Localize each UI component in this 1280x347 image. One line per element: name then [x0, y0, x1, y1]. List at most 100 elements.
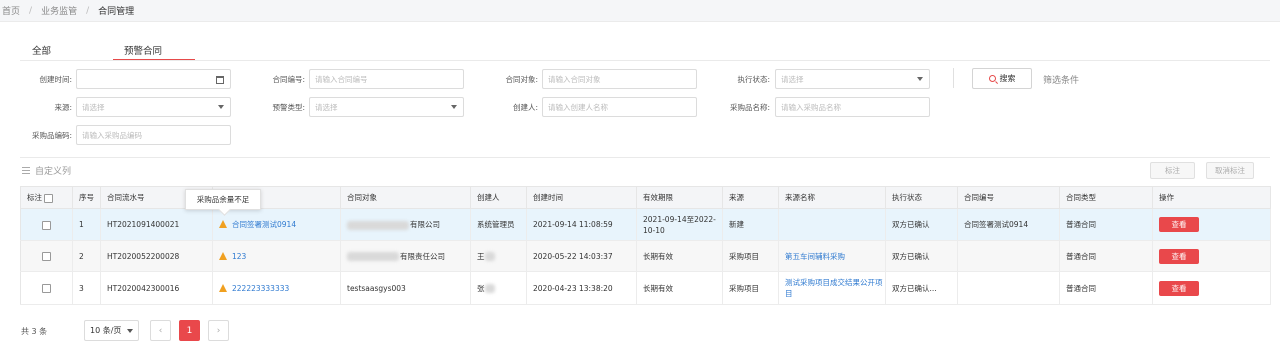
- row-serial: HT2020042300016: [100, 271, 213, 305]
- contract-no-input[interactable]: 请输入合同编号: [309, 69, 464, 89]
- row-source-name-cell: 测试采购项目成交结果公开项目: [778, 271, 886, 305]
- warning-icon[interactable]: [219, 251, 227, 260]
- total-count: 共 3 条: [21, 327, 48, 336]
- row-type: 普通合同: [1059, 271, 1153, 305]
- row-index: 3: [72, 271, 101, 305]
- row-source-name-cell: 第五车间辅料采购: [778, 240, 886, 272]
- item-name-input[interactable]: 请输入采购品名称: [775, 97, 930, 117]
- redacted-block: [484, 252, 495, 261]
- exec-status-label: 执行状态:: [737, 75, 770, 84]
- custom-columns-label: 自定义列: [35, 167, 72, 177]
- warning-tooltip: 采购品余量不足: [185, 189, 261, 210]
- row-index: 2: [72, 240, 101, 272]
- table-row: 1 HT2021091400021 合同签署测试0914 有限公司 系统管理员 …: [20, 208, 1271, 241]
- tab-all[interactable]: 全部: [32, 43, 51, 57]
- unmark-button[interactable]: 取消标注: [1206, 162, 1254, 179]
- row-status: 双方已确认...: [885, 271, 958, 305]
- calendar-icon: [216, 76, 224, 84]
- search-button[interactable]: 搜索: [972, 68, 1032, 89]
- mark-button[interactable]: 标注: [1150, 162, 1195, 179]
- row-source: 采购项目: [722, 240, 779, 272]
- created-time-picker[interactable]: [76, 69, 231, 89]
- row-name-cell: 合同签署测试0914: [212, 208, 341, 241]
- tab-warning-contracts[interactable]: 预警合同: [124, 43, 162, 57]
- row-validity: 长期有效: [636, 240, 723, 272]
- row-party: testsaasgys003: [340, 271, 471, 305]
- header-action: 操作: [1152, 186, 1271, 209]
- item-code-label: 采购品编码:: [31, 131, 72, 140]
- source-name-link[interactable]: 第五车间辅料采购: [785, 252, 845, 261]
- item-name-label: 采购品名称:: [729, 103, 770, 112]
- view-button[interactable]: 查看: [1159, 280, 1199, 296]
- breadcrumb-separator: /: [29, 5, 33, 16]
- page-size-value: 10 条/页: [90, 326, 122, 335]
- warning-icon[interactable]: [219, 283, 227, 292]
- row-action-cell: 查看: [1152, 271, 1271, 305]
- select-all-checkbox[interactable]: [44, 193, 54, 203]
- row-status: 双方已确认: [885, 240, 958, 272]
- view-button[interactable]: 查看: [1159, 217, 1199, 232]
- row-checkbox-cell: [20, 271, 73, 305]
- warning-type-placeholder: 请选择: [315, 102, 338, 112]
- prev-page-button[interactable]: ‹: [150, 320, 171, 341]
- warning-type-label: 预警类型:: [272, 103, 305, 112]
- source-placeholder: 请选择: [82, 102, 105, 112]
- contract-party-input[interactable]: 请输入合同对象: [542, 69, 697, 89]
- contract-name-link[interactable]: 123: [232, 252, 246, 261]
- warning-icon[interactable]: [219, 220, 227, 228]
- breadcrumb: 首页 / 业务监管 / 合同管理: [0, 0, 1280, 22]
- header-contract-no: 合同编号: [957, 186, 1060, 209]
- row-checkbox[interactable]: [42, 220, 51, 230]
- redacted-block: [347, 220, 409, 230]
- breadcrumb-business-supervision[interactable]: 业务监管: [41, 4, 77, 17]
- header-creator: 创建人: [470, 186, 527, 209]
- row-created-time: 2020-05-22 14:03:37: [526, 240, 637, 272]
- warning-type-select[interactable]: 请选择: [309, 97, 464, 117]
- header-party: 合同对象: [340, 186, 471, 209]
- row-contract-no: [957, 271, 1060, 305]
- redacted-block: [484, 284, 495, 293]
- row-validity: 2021-09-14至2022-10-10: [636, 208, 723, 241]
- row-index: 1: [72, 208, 101, 241]
- contract-party-label: 合同对象:: [505, 75, 538, 84]
- row-serial: HT2021091400021: [100, 208, 213, 241]
- page-1-button[interactable]: 1: [179, 320, 200, 341]
- row-checkbox[interactable]: [42, 284, 51, 293]
- row-checkbox[interactable]: [42, 252, 51, 261]
- page-size-select[interactable]: 10 条/页: [84, 320, 139, 341]
- source-name-link[interactable]: 测试采购项目成交结果公开项目: [785, 278, 883, 298]
- next-page-button[interactable]: ›: [208, 320, 229, 341]
- row-action-cell: 查看: [1152, 208, 1271, 241]
- row-checkbox-cell: [20, 208, 73, 241]
- creator-input[interactable]: 请输入创建人名称: [542, 97, 697, 117]
- row-type: 普通合同: [1059, 240, 1153, 272]
- source-select[interactable]: 请选择: [76, 97, 231, 117]
- table-row: 3 HT2020042300016 222223333333 testsaasg…: [20, 271, 1271, 305]
- redacted-block: [347, 252, 399, 261]
- view-button[interactable]: 查看: [1159, 248, 1199, 264]
- row-creator-cell: 张: [470, 271, 527, 305]
- contract-name-link[interactable]: 222223333333: [232, 284, 289, 293]
- tabs-divider: [20, 60, 1270, 61]
- header-created-time: 创建时间: [526, 186, 637, 209]
- exec-status-select[interactable]: 请选择: [775, 69, 930, 89]
- header-source: 来源: [722, 186, 779, 209]
- custom-columns-toggle[interactable]: 自定义列: [22, 164, 71, 177]
- row-contract-no: 合同签署测试0914: [957, 208, 1060, 241]
- item-code-input[interactable]: 请输入采购品编码: [76, 125, 231, 145]
- filter-conditions-link[interactable]: 筛选条件: [1043, 73, 1079, 86]
- contract-no-placeholder: 请输入合同编号: [315, 74, 368, 84]
- breadcrumb-contract-management: 合同管理: [98, 7, 135, 17]
- contract-name-link[interactable]: 合同签署测试0914: [232, 220, 296, 229]
- breadcrumb-home[interactable]: 首页: [2, 4, 20, 17]
- header-index: 序号: [72, 186, 101, 209]
- header-validity: 有效期限: [636, 186, 723, 209]
- header-status: 执行状态: [885, 186, 958, 209]
- row-action-cell: 查看: [1152, 240, 1271, 272]
- chevron-down-icon: [218, 105, 224, 109]
- filter-divider: [953, 68, 954, 88]
- row-party: 有限责任公司: [400, 251, 445, 261]
- row-created-time: 2021-09-14 11:08:59: [526, 208, 637, 241]
- header-source-name: 来源名称: [778, 186, 886, 209]
- header-mark: 标注: [20, 186, 73, 209]
